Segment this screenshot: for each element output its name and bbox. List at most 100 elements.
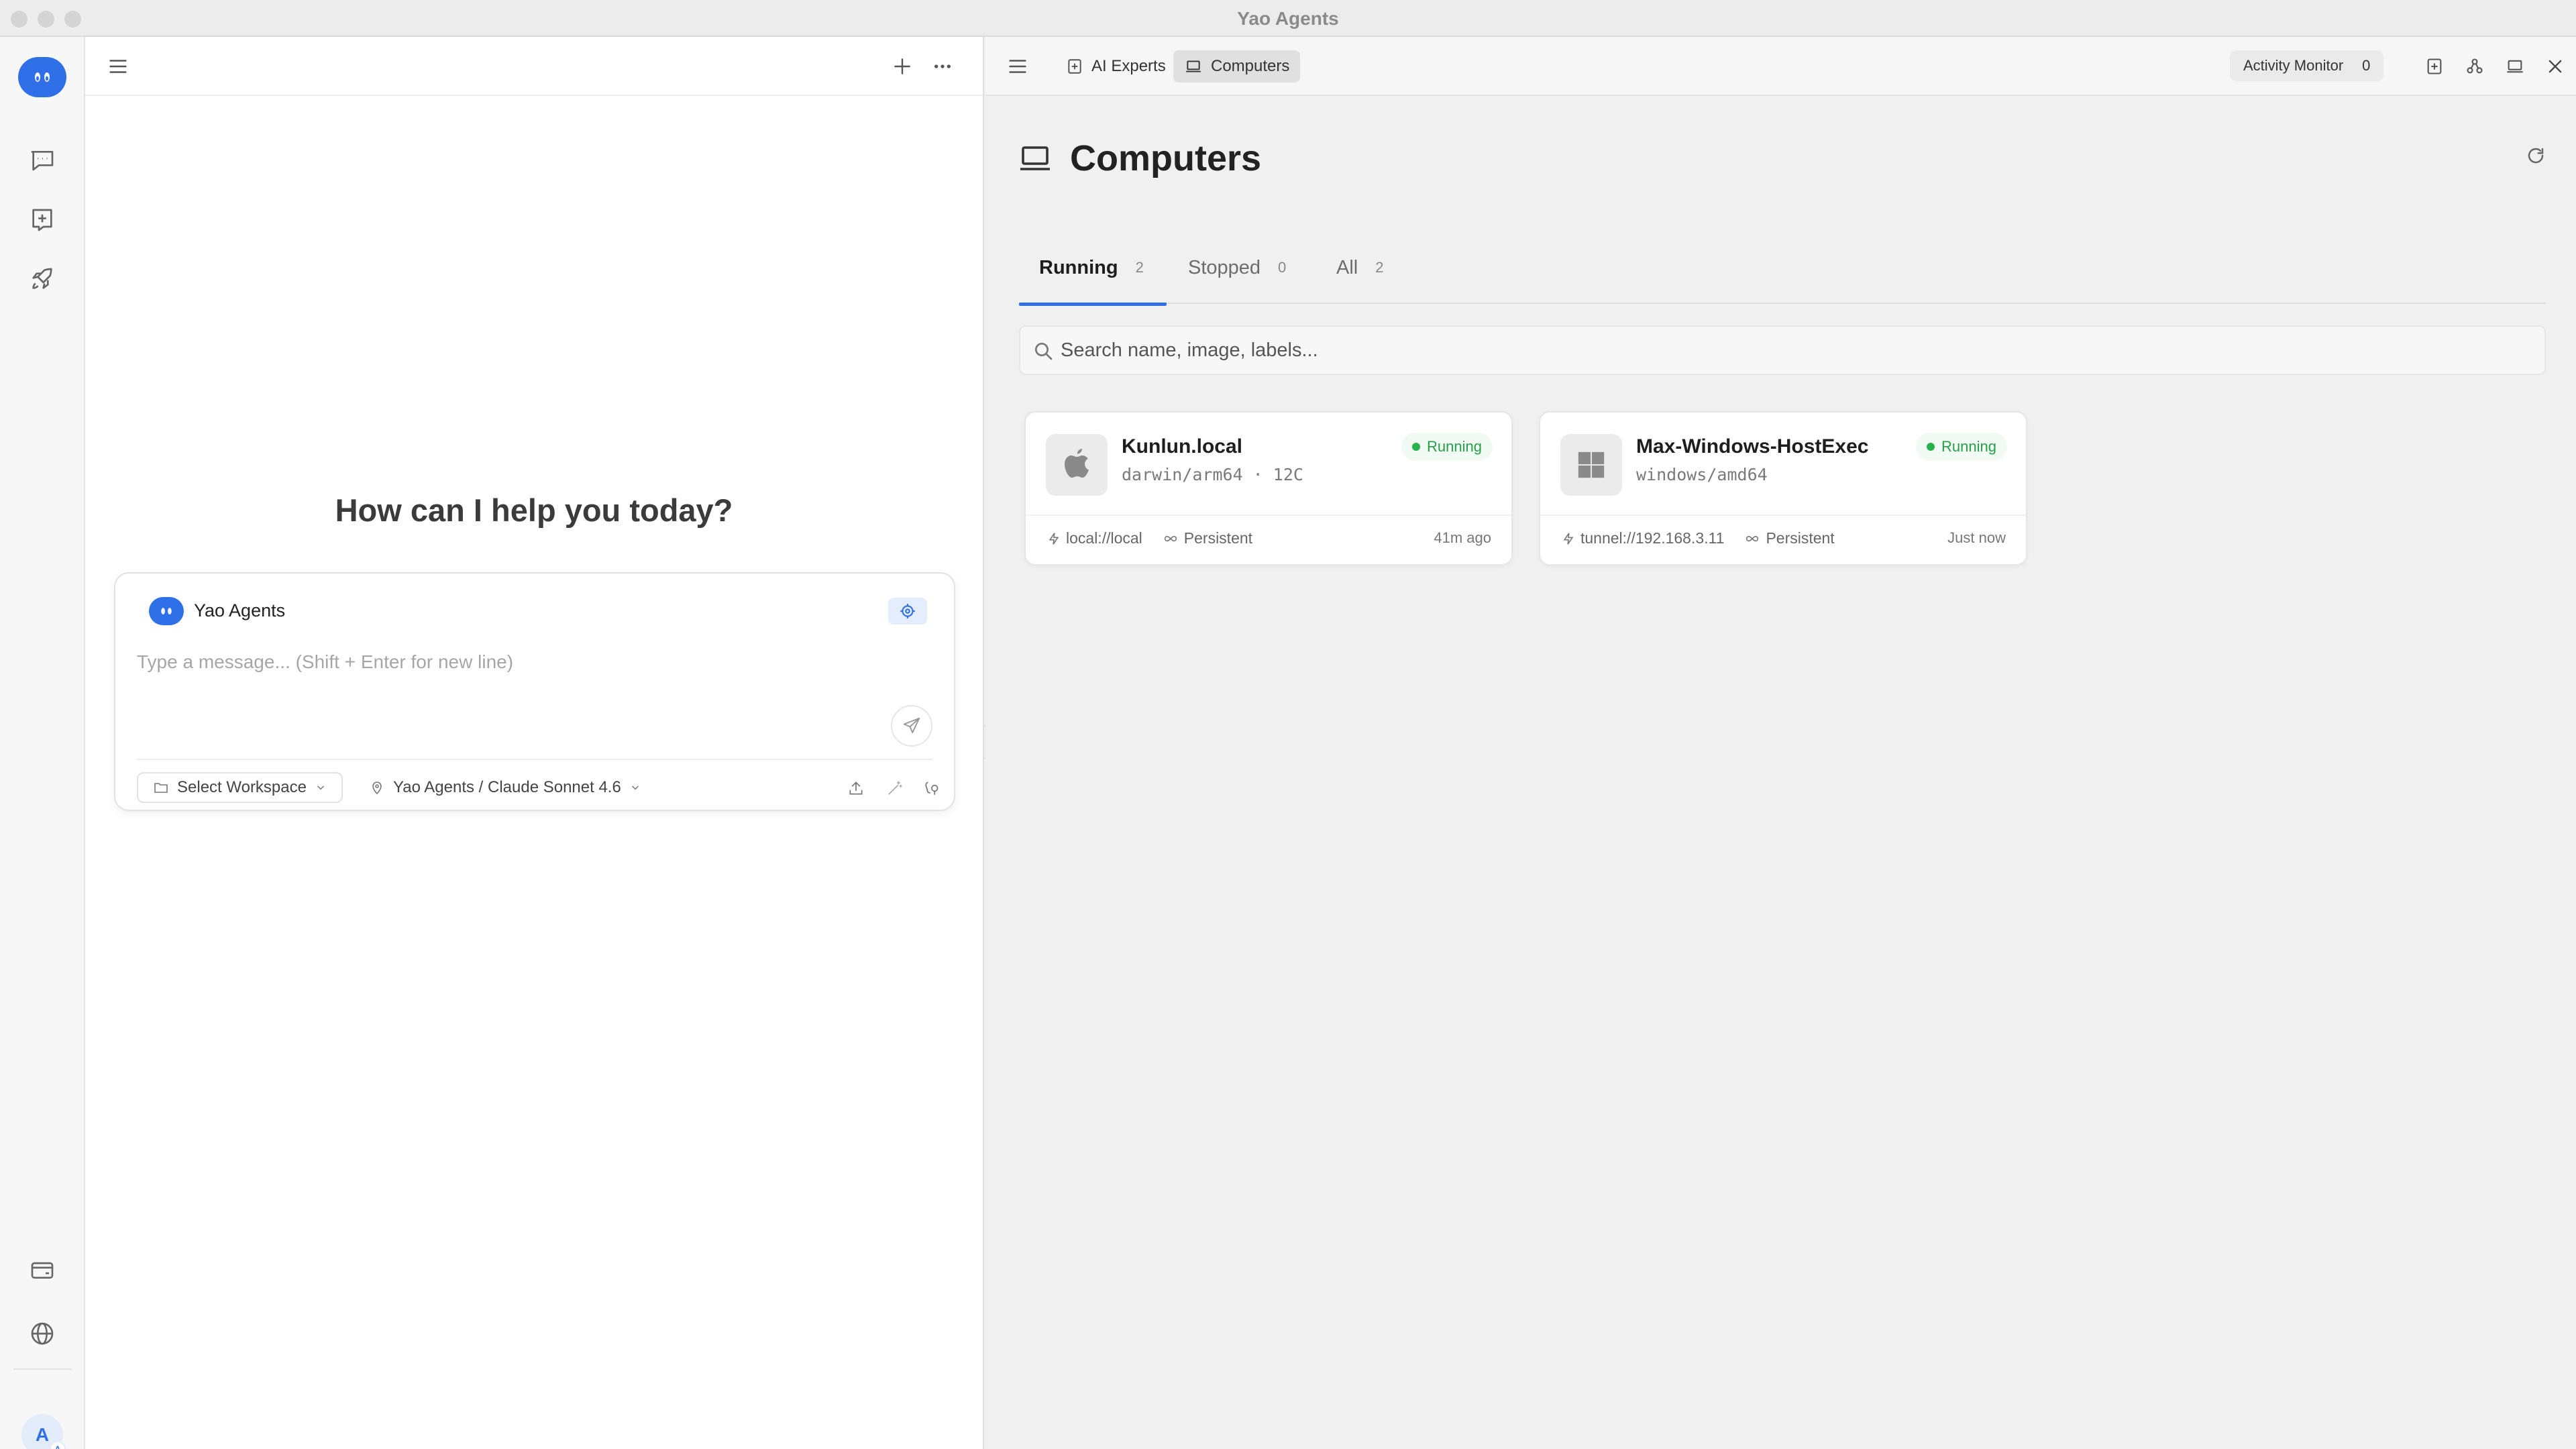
chevron-down-icon xyxy=(317,786,325,790)
tab-count: 2 xyxy=(1375,259,1384,276)
search-bar xyxy=(1019,325,2546,375)
computer-name: Max-Windows-HostExec xyxy=(1636,435,1869,458)
search-input[interactable] xyxy=(1061,327,2530,374)
activity-monitor-count: 0 xyxy=(2362,57,2371,74)
laptop-view-icon[interactable] xyxy=(2496,48,2534,85)
app-logo[interactable] xyxy=(18,57,66,97)
avatar-badge: A xyxy=(50,1441,66,1449)
message-input[interactable] xyxy=(137,647,875,677)
tab-label: AI Experts xyxy=(1091,57,1166,75)
page-title-row: Computers xyxy=(1019,138,1261,179)
rail-divider xyxy=(13,1368,72,1370)
status-label: Running xyxy=(1427,438,1482,455)
laptop-icon xyxy=(1020,146,1050,170)
windows-icon xyxy=(1560,434,1622,496)
workspace-label: Select Workspace xyxy=(177,778,307,796)
bolt-icon xyxy=(1049,532,1059,545)
chevron-down-icon xyxy=(631,786,639,790)
add-panel-icon[interactable] xyxy=(2416,48,2453,85)
computer-mode: Persistent xyxy=(1183,529,1253,547)
status-filter-tabs: Running 2 Stopped 0 All 2 xyxy=(1019,231,2546,306)
send-button[interactable] xyxy=(891,705,932,747)
computers-workspace: AI Experts Computers Activity Monitor 0 xyxy=(985,37,2576,1449)
agent-name[interactable]: Yao Agents xyxy=(194,600,285,621)
tab-label: All xyxy=(1336,256,1358,278)
workspace-header: AI Experts Computers Activity Monitor 0 xyxy=(985,37,2576,96)
chat-panel: How can I help you today? Yao Agents Sel xyxy=(85,37,984,1449)
magic-wand-icon[interactable] xyxy=(880,773,910,803)
bolt-icon xyxy=(1563,532,1574,545)
composer-divider xyxy=(137,759,932,760)
laptop-icon xyxy=(1186,60,1201,72)
more-options-icon[interactable] xyxy=(924,48,961,85)
tab-label: Running xyxy=(1039,256,1118,278)
computer-arch: windows/amd64 xyxy=(1636,465,1768,484)
tab-ai-experts[interactable]: AI Experts xyxy=(1055,50,1177,83)
network-icon[interactable] xyxy=(2456,48,2493,85)
plus-square-icon xyxy=(1068,59,1081,74)
refresh-icon[interactable] xyxy=(2519,139,2553,172)
voice-icon[interactable] xyxy=(918,773,947,803)
select-workspace-button[interactable]: Select Workspace xyxy=(137,772,343,803)
tab-stopped[interactable]: Stopped 0 xyxy=(1168,231,1306,304)
infinity-icon xyxy=(1164,535,1177,541)
send-icon xyxy=(903,717,920,733)
computer-address: tunnel://192.168.3.11 xyxy=(1580,529,1725,547)
computer-meta: local://local Persistent xyxy=(1047,529,1252,547)
avatar-letter: A xyxy=(35,1424,50,1445)
upload-icon[interactable] xyxy=(841,773,871,803)
page-title: Computers xyxy=(1070,138,1262,178)
apple-icon xyxy=(1046,434,1108,496)
tab-all[interactable]: All 2 xyxy=(1316,231,1403,304)
chat-header xyxy=(85,37,983,96)
activity-monitor-label: Activity Monitor xyxy=(2243,57,2344,74)
user-avatar[interactable]: A A xyxy=(21,1414,66,1449)
status-badge: Running xyxy=(1401,433,1493,461)
infinity-icon xyxy=(1746,535,1759,541)
computer-mode: Persistent xyxy=(1766,529,1835,547)
sidebar-toggle-icon[interactable] xyxy=(99,48,137,85)
close-icon[interactable] xyxy=(2536,48,2574,85)
computer-name: Kunlun.local xyxy=(1122,435,1242,458)
search-icon xyxy=(1035,343,1053,360)
tab-running[interactable]: Running 2 xyxy=(1019,231,1167,306)
tab-computers[interactable]: Computers xyxy=(1173,50,1301,83)
new-chat-plus-icon[interactable] xyxy=(883,48,921,85)
window-titlebar: Yao Agents xyxy=(0,0,2576,37)
target-icon xyxy=(900,604,915,619)
new-chat-icon[interactable] xyxy=(20,198,64,242)
tab-label: Stopped xyxy=(1188,256,1261,278)
window-title: Yao Agents xyxy=(1237,8,1339,29)
card-divider xyxy=(1026,515,1511,516)
wallet-icon[interactable] xyxy=(20,1248,64,1292)
computer-last-seen: 41m ago xyxy=(1434,529,1491,546)
model-label: Yao Agents / Claude Sonnet 4.6 xyxy=(393,778,621,796)
active-tab-indicator xyxy=(1019,303,1167,306)
chat-icon[interactable] xyxy=(20,138,64,182)
status-label: Running xyxy=(1941,438,1996,455)
tab-label: Computers xyxy=(1211,57,1290,75)
location-pin-icon xyxy=(372,782,382,795)
workspace-menu-icon[interactable] xyxy=(999,48,1036,85)
rocket-icon[interactable] xyxy=(20,257,64,301)
folder-icon xyxy=(154,783,168,793)
status-dot xyxy=(1927,443,1935,451)
message-composer: Yao Agents Select Workspace xyxy=(114,572,955,811)
left-rail: A A xyxy=(0,37,85,1449)
greeting-heading: How can I help you today? xyxy=(335,492,733,528)
computer-card[interactable]: Max-Windows-HostExec windows/amd64 Runni… xyxy=(1539,411,2027,566)
model-selector[interactable]: Yao Agents / Claude Sonnet 4.6 xyxy=(364,772,647,803)
computer-card[interactable]: Kunlun.local darwin/arm64 · 12C Running … xyxy=(1024,411,1513,566)
computer-last-seen: Just now xyxy=(1947,529,2006,546)
card-divider xyxy=(1540,515,2026,516)
computer-address: local://local xyxy=(1066,529,1142,547)
computer-meta: tunnel://192.168.3.11 Persistent xyxy=(1562,529,1835,547)
activity-monitor-button[interactable]: Activity Monitor 0 xyxy=(2230,50,2384,81)
globe-icon[interactable] xyxy=(20,1311,64,1356)
tab-count: 2 xyxy=(1135,259,1144,276)
agent-settings-button[interactable] xyxy=(888,598,927,625)
status-badge: Running xyxy=(1916,433,2007,461)
agent-logo-icon xyxy=(149,597,184,625)
tab-count: 0 xyxy=(1278,259,1287,276)
computer-arch: darwin/arm64 · 12C xyxy=(1122,465,1303,484)
